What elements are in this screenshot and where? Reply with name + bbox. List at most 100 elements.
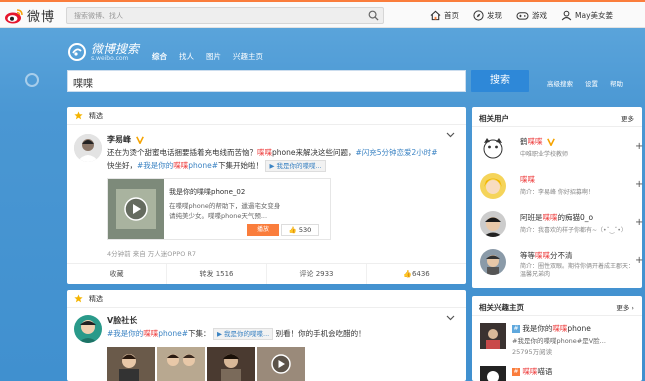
follow-plus-icon[interactable]: +	[635, 141, 643, 152]
video-link-card[interactable]: 我是你的喋喋phone_02 在喋喋phone的帮助下，邋遢宅女变身请纯美少女。…	[107, 178, 331, 240]
advanced-search-link[interactable]: 高级搜索	[547, 78, 573, 88]
search-logo-subtitle: s.weibo.com	[91, 54, 129, 62]
top-search-input[interactable]: 搜索微博、找人	[66, 7, 384, 24]
follow-plus-icon[interactable]: +	[635, 255, 643, 266]
avatar[interactable]	[480, 249, 506, 275]
post-video-thumbnail[interactable]	[257, 347, 305, 381]
post-text-part: 快坐好，	[107, 161, 137, 170]
related-user-description: 简介：李易峰 你好招募啊！	[520, 189, 594, 196]
help-link[interactable]: 帮助	[610, 78, 623, 88]
related-user-name[interactable]: 阿班是喋喋的痴猫0_o	[520, 212, 593, 223]
avatar-image	[480, 249, 506, 275]
related-user-item[interactable]: 等等喋喋分不清 简介：圈性双眼。期待你俩开着成王郡天：温馨兄弟肉 +	[480, 249, 643, 279]
topic-badge-icon: #	[512, 368, 520, 376]
post-text: #我是你的喋喋phone#下集： ▶ 我是你的喋喋... 别看！你的手机会吃醋的…	[107, 327, 462, 340]
follow-plus-icon[interactable]: +	[635, 217, 643, 228]
nav-games[interactable]: 游戏	[516, 10, 547, 21]
post-menu-chevron-icon[interactable]	[446, 132, 455, 138]
weibo-logo[interactable]: 微博	[4, 6, 55, 25]
post-author[interactable]: V脸社长	[107, 315, 137, 326]
related-user-item[interactable]: 阿班是喋喋的痴猫0_o 简介：我喜欢的样子你都有~（•ˇ‿ˇ•） +	[480, 211, 643, 241]
topic-name[interactable]: # 喋喋喵语	[512, 366, 552, 377]
avatar[interactable]	[480, 173, 506, 199]
related-topic-item[interactable]: # 喋喋喵语	[480, 366, 640, 381]
topic-cover-image[interactable]	[480, 366, 506, 381]
post-author[interactable]: 李易峰	[107, 134, 144, 145]
search-icon[interactable]	[368, 10, 379, 21]
tab-people[interactable]: 找人	[179, 51, 194, 62]
related-user-name-part: 鹤	[520, 137, 528, 146]
tab-images[interactable]: 图片	[206, 51, 221, 62]
related-user-name[interactable]: 鹤喋喋	[520, 136, 555, 147]
nav-discover[interactable]: 发现	[473, 10, 502, 21]
video-link-tag[interactable]: ▶ 我是你的喋喋...	[212, 328, 274, 340]
weibo-search-logo-icon	[68, 43, 86, 61]
related-topic-item[interactable]: # 我是你的喋喋phone #我是你的喋喋phone#是V脸... 25795万…	[480, 323, 640, 356]
avatar-image	[480, 173, 506, 199]
topic-name-part: phone	[567, 324, 591, 333]
verified-badge-icon	[546, 138, 555, 146]
nav-home[interactable]: 首页	[430, 10, 459, 21]
related-user-item[interactable]: 鹤喋喋 中唯职业学校教师 +	[480, 135, 643, 165]
video-thumbnail[interactable]	[108, 179, 164, 239]
tab-comprehensive[interactable]: 综合	[152, 51, 167, 62]
post-text-part: 下集开始啦！	[218, 161, 264, 170]
video-thumbnail-image	[108, 179, 164, 239]
keyword-highlight: 喋喋	[143, 329, 159, 338]
like-button[interactable]: 👍6436	[367, 264, 466, 284]
hashtag-text: #我是你的	[107, 329, 144, 338]
settings-link[interactable]: 设置	[585, 78, 598, 88]
tab-interest-pages[interactable]: 兴趣主页	[233, 51, 263, 62]
search-links: 高级搜索 设置 帮助	[547, 78, 635, 88]
related-topics-more-link[interactable]: 更多 ›	[616, 302, 634, 312]
avatar-image	[74, 315, 102, 343]
avatar[interactable]	[480, 211, 506, 237]
home-icon	[430, 10, 441, 21]
related-user-item[interactable]: 喋喋 简介：李易峰 你好招募啊！ +	[480, 173, 643, 203]
related-user-name[interactable]: 喋喋	[520, 174, 535, 185]
hashtag-link[interactable]: #我是你的喋喋phone#	[107, 329, 188, 338]
post-image[interactable]	[157, 347, 205, 381]
weibo-search-logo[interactable]: 微博搜索 s.weibo.com	[67, 42, 139, 62]
avatar[interactable]	[74, 134, 102, 162]
post-image[interactable]	[107, 347, 155, 381]
card-header-label: 精选	[89, 111, 103, 120]
hashtag-link[interactable]: #闪充5分钟恋爱2小时#	[355, 148, 437, 157]
nav-profile[interactable]: May美女姜	[561, 10, 613, 21]
post-text-part: 别看！你的手机会吃醋的！	[275, 329, 366, 338]
post-image-content	[157, 347, 205, 381]
avatar[interactable]	[74, 315, 102, 343]
nav-home-label: 首页	[444, 11, 459, 20]
feed-card-2: 精选 V脸社长 #我是你的喋喋phone#下集： ▶ 我是你的喋喋... 别看！…	[67, 290, 466, 381]
topic-cover-image[interactable]	[480, 323, 506, 349]
topic-description: #我是你的喋喋phone#是V脸...	[512, 337, 606, 345]
topic-name[interactable]: # 我是你的喋喋phone	[512, 323, 591, 334]
star-icon	[74, 111, 83, 120]
main-search-input[interactable]: 喋喋	[67, 70, 466, 92]
keyword-highlight: 喋喋	[527, 137, 543, 146]
hashtag-link[interactable]: #我是你的喋喋phone#	[137, 161, 218, 170]
search-button[interactable]: 搜索	[471, 70, 529, 92]
post-menu-chevron-icon[interactable]	[446, 315, 455, 321]
related-user-name-part: 阿班是	[520, 213, 543, 222]
comment-button[interactable]: 评论 2933	[267, 264, 367, 284]
related-user-name[interactable]: 等等喋喋分不清	[520, 250, 573, 261]
video-like-button[interactable]: 👍 530	[281, 224, 319, 236]
play-button[interactable]: 播放	[247, 224, 279, 236]
favorite-button[interactable]: 收藏	[67, 264, 167, 284]
top-nav: 首页 发现 游戏 May美女姜	[430, 10, 627, 21]
video-link-tag[interactable]: ▶ 我是你的喋喋...	[265, 160, 326, 172]
related-user-description: 简介：我喜欢的样子你都有~（•ˇ‿ˇ•）	[520, 227, 627, 234]
keyword-highlight: 喋喋	[257, 148, 272, 157]
follow-plus-icon[interactable]: +	[635, 179, 643, 190]
post-image[interactable]	[207, 347, 255, 381]
keyword-highlight: 喋喋	[520, 175, 535, 184]
video-card-title[interactable]: 我是你的喋喋phone_02	[169, 187, 245, 197]
repost-button[interactable]: 转发 1516	[167, 264, 267, 284]
avatar-image	[74, 134, 102, 162]
weibo-logo-icon	[5, 8, 23, 23]
feed-card-1: 精选 李易峰 还在为烫个甜蜜电话捆要插着充电线而苦恼？喋喋phone来解决这些问…	[67, 107, 466, 284]
avatar[interactable]	[480, 135, 506, 161]
related-users-more-link[interactable]: 更多	[621, 113, 634, 123]
search-logo-title: 微博搜索	[91, 41, 140, 56]
